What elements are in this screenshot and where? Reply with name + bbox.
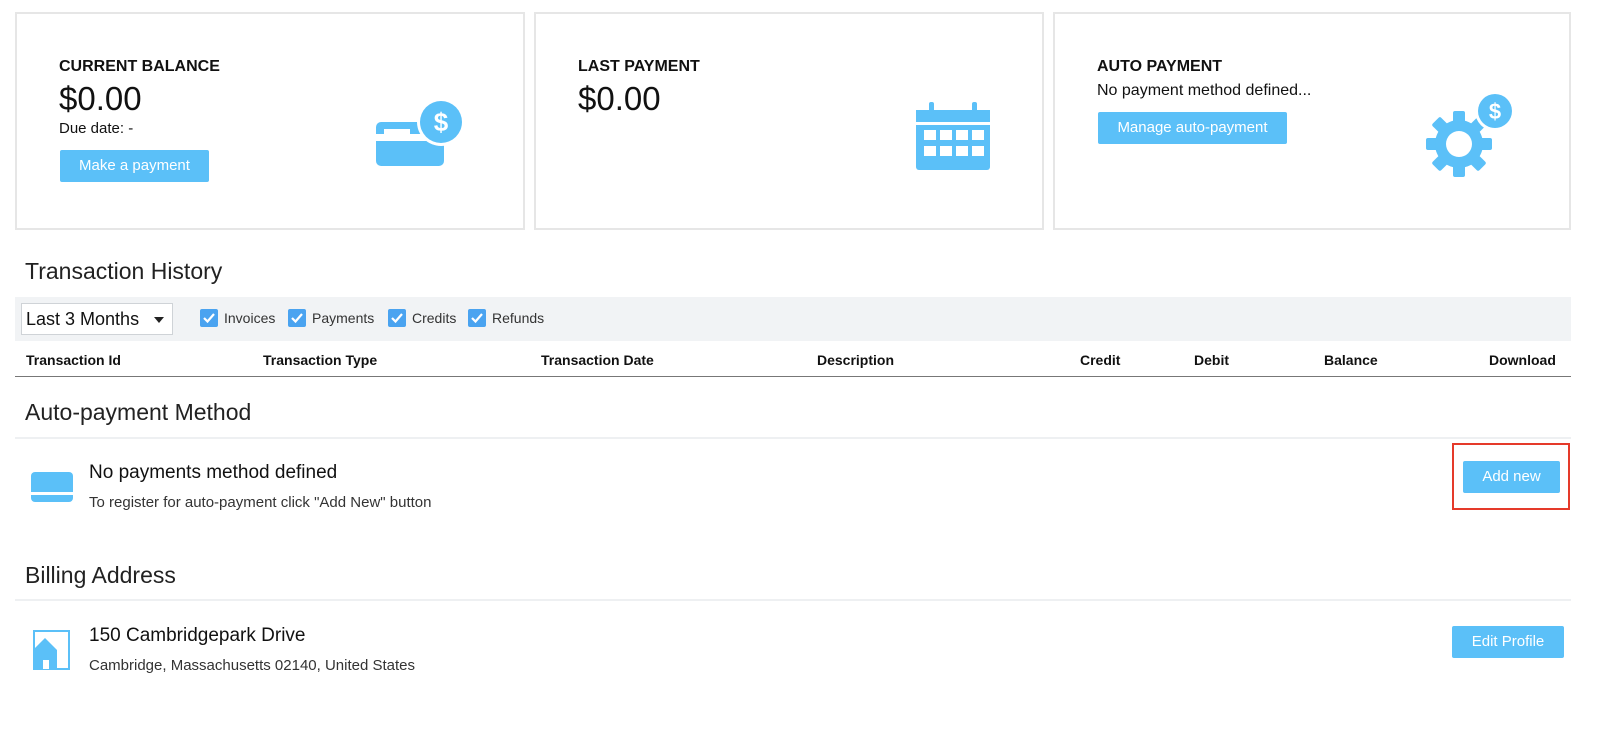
checkbox-checked-icon xyxy=(468,309,486,327)
column-credit: Credit xyxy=(1080,352,1121,368)
due-date: Due date: - xyxy=(59,120,134,137)
column-transaction-id: Transaction Id xyxy=(26,352,121,368)
column-transaction-date: Transaction Date xyxy=(541,352,654,368)
svg-text:$: $ xyxy=(434,107,449,137)
no-payment-method-message: No payments method defined xyxy=(89,462,338,483)
column-description: Description xyxy=(817,352,895,368)
filter-invoices-label: Invoices xyxy=(224,310,276,326)
checkbox-checked-icon xyxy=(200,309,218,327)
manage-auto-payment-button[interactable]: Manage auto-payment xyxy=(1098,112,1287,144)
caret-down-icon xyxy=(154,317,164,323)
checkbox-checked-icon xyxy=(388,309,406,327)
section-divider xyxy=(15,437,1571,439)
svg-text:$: $ xyxy=(1489,99,1501,124)
table-header-divider xyxy=(15,376,1571,377)
billing-street: 150 Cambridgepark Drive xyxy=(89,625,306,646)
calendar-icon xyxy=(914,100,992,177)
last-payment-label: LAST PAYMENT xyxy=(578,58,700,75)
column-download: Download xyxy=(1489,352,1556,368)
gear-dollar-icon: $ xyxy=(1425,91,1515,187)
edit-profile-button[interactable]: Edit Profile xyxy=(1452,626,1564,658)
billing-city-line: Cambridge, Massachusetts 02140, United S… xyxy=(89,657,416,674)
period-select-value: Last 3 Months xyxy=(26,309,140,329)
filter-payments-label: Payments xyxy=(312,310,375,326)
transaction-filter-bar: Last 3 Months Invoices Payments Credits … xyxy=(15,297,1571,341)
credit-card-dollar-icon: $ xyxy=(374,98,466,175)
column-debit: Debit xyxy=(1194,352,1229,368)
filter-refunds-label: Refunds xyxy=(492,310,545,326)
period-select[interactable]: Last 3 Months xyxy=(21,303,173,335)
auto-payment-hint: To register for auto-payment click "Add … xyxy=(89,494,432,511)
billing-address-title: Billing Address xyxy=(25,562,176,588)
column-balance: Balance xyxy=(1324,352,1378,368)
current-balance-amount: $0.00 xyxy=(59,80,142,117)
auto-payment-status: No payment method defined... xyxy=(1097,82,1312,99)
current-balance-label: CURRENT BALANCE xyxy=(59,58,220,75)
checkbox-checked-icon xyxy=(288,309,306,327)
filter-credits-label: Credits xyxy=(412,310,457,326)
highlight-frame xyxy=(1452,443,1570,510)
column-transaction-type: Transaction Type xyxy=(263,352,378,368)
credit-card-icon xyxy=(31,472,73,507)
auto-payment-card: AUTO PAYMENT No payment method defined..… xyxy=(1053,12,1571,230)
last-payment-card: LAST PAYMENT $0.00 xyxy=(534,12,1044,230)
make-payment-button[interactable]: Make a payment xyxy=(60,150,209,182)
house-icon xyxy=(31,628,71,675)
auto-payment-method-title: Auto-payment Method xyxy=(25,399,252,425)
current-balance-card: CURRENT BALANCE $0.00 Due date: - Make a… xyxy=(15,12,525,230)
last-payment-amount: $0.00 xyxy=(578,80,661,117)
transaction-history-title: Transaction History xyxy=(25,258,223,284)
section-divider xyxy=(15,599,1571,601)
auto-payment-label: AUTO PAYMENT xyxy=(1097,58,1223,75)
